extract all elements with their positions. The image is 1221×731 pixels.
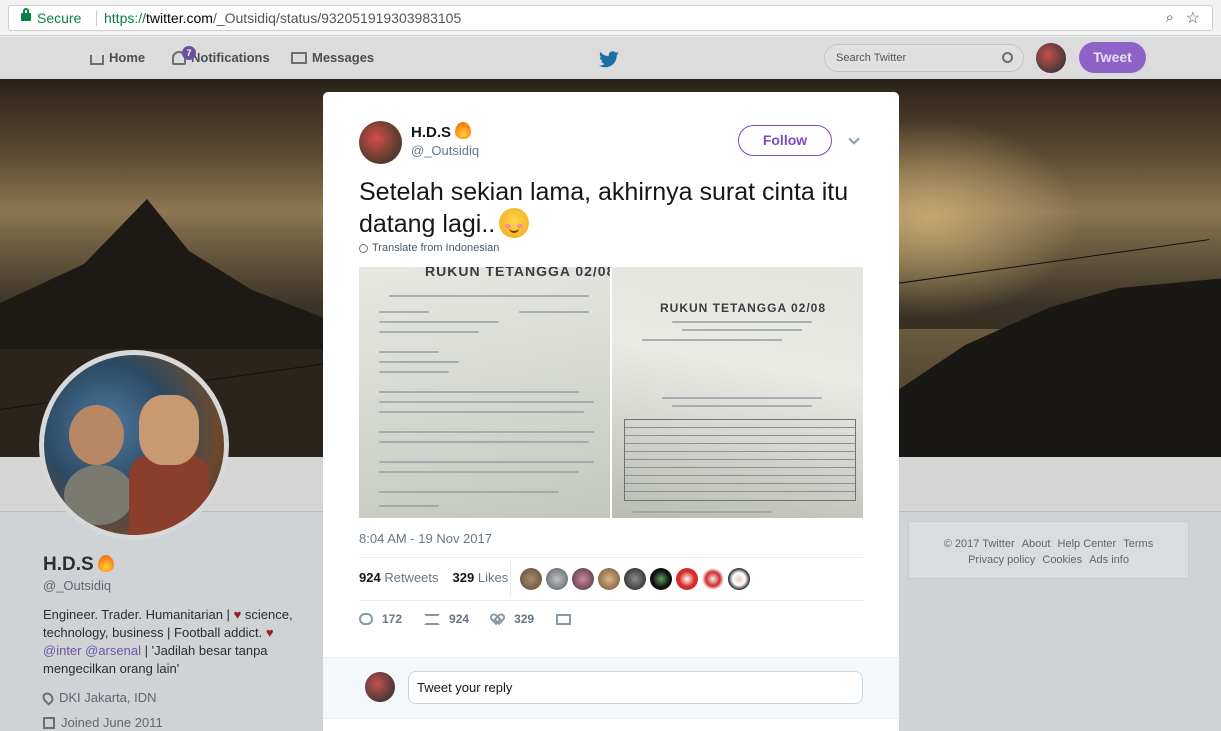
tweet-author-avatar[interactable] [359,121,402,164]
stats-separator [510,560,511,598]
liker-avatar[interactable] [572,568,594,590]
lock-icon [21,8,31,21]
follow-button[interactable]: Follow [738,125,832,156]
profile-location: DKI Jakarta, IDN [40,689,157,706]
secure-label: Secure [37,10,82,26]
fire-emoji-icon [97,555,114,572]
url-protocol: https:// [104,10,147,26]
heart-emoji-icon: ♥ [265,625,274,640]
profile-handle[interactable]: @_Outsidiq [43,578,111,593]
url-text[interactable]: https://twitter.com/_Outsidiq/status/932… [104,10,461,26]
tweet-author-handle[interactable]: @_Outsidiq [411,143,479,158]
tweet-photo-1[interactable]: RUKUN TETANGGA 02/08 [359,267,610,518]
globe-icon [359,243,368,253]
bookmark-star-icon[interactable]: ☆ [1186,8,1200,28]
next-reply-preview [323,718,899,731]
fire-emoji-icon [455,122,472,139]
address-bar[interactable]: Secure https://twitter.com/_Outsidiq/sta… [8,5,1213,31]
liker-avatar[interactable] [650,568,672,590]
nav-messages[interactable]: Messages [291,50,374,65]
zoom-icon[interactable]: ⌕ [1166,9,1174,26]
reply-user-avatar [365,672,395,702]
tweet-photo-2[interactable]: RUKUN TETANGGA 02/08 [612,267,863,518]
profile-avatar[interactable] [39,350,229,540]
smiling-emoji-icon [499,208,530,238]
direct-message-button[interactable] [556,613,572,625]
nav-notifications[interactable]: 7 Notifications [172,45,270,65]
bio-link-arsenal[interactable]: @arsenal [85,643,141,658]
footer-about[interactable]: About [1022,538,1051,550]
tweet-text: Setelah sekian lama, akhirnya surat cint… [359,178,849,238]
footer-copyright: © 2017 Twitter [943,538,1015,550]
search-icon[interactable] [1002,52,1013,63]
reply-button[interactable]: 172 [359,612,402,626]
retweets-stat[interactable]: 924 Retweets [359,570,439,585]
bio-link-inter[interactable]: @inter [43,643,82,658]
reply-input[interactable]: Tweet your reply [408,671,863,704]
tweet-timestamp[interactable]: 8:04 AM - 19 Nov 2017 [359,531,492,546]
footer-help[interactable]: Help Center [1058,538,1117,550]
like-button[interactable]: 329 [491,612,534,626]
liker-avatar[interactable] [624,568,646,590]
url-host: twitter.com [146,10,213,26]
url-separator [96,10,97,26]
nav-home-label: Home [109,50,146,65]
nav-notifications-label: Notifications [191,50,270,65]
heart-emoji-icon: ♥ [233,607,242,622]
envelope-icon [291,51,307,64]
tweet-permalink-modal: H.D.S @_Outsidiq Follow Setelah sekian l… [323,92,899,731]
compose-tweet-button[interactable]: Tweet [1079,42,1146,73]
liker-avatar[interactable] [676,568,698,590]
search-placeholder: Search Twitter [836,52,907,64]
divider [359,600,863,601]
footer-links: © 2017 Twitter About Help Center Terms P… [908,521,1189,579]
liker-avatar[interactable] [728,568,750,590]
chevron-down-icon[interactable] [848,133,860,145]
budget-table-image [624,419,856,501]
liker-avatar[interactable] [598,568,620,590]
home-icon [90,54,104,65]
location-pin-icon [40,689,56,706]
nav-home[interactable]: Home [90,50,145,65]
url-path: /_Outsidiq/status/932051919303983105 [212,10,462,26]
tweet-actions: 172 924 329 [359,612,593,626]
retweet-icon [424,613,441,625]
photo-1-heading: RUKUN TETANGGA 02/08 [425,267,610,279]
liker-avatar[interactable] [520,568,542,590]
twitter-bird-icon[interactable] [598,51,620,69]
bell-icon: 7 [172,45,196,65]
profile-joined: Joined June 2011 [43,715,163,730]
nav-messages-label: Messages [312,50,375,65]
liker-avatar[interactable] [702,568,724,590]
calendar-icon [43,716,55,729]
profile-name[interactable]: H.D.S [43,554,114,576]
account-avatar[interactable] [1036,43,1066,73]
retweet-button[interactable]: 924 [424,612,469,626]
tweet-stats: 924 Retweets 329 Likes [359,570,508,585]
footer-terms[interactable]: Terms [1123,538,1153,550]
footer-ads[interactable]: Ads info [1089,554,1129,566]
browser-toolbar: Secure https://twitter.com/_Outsidiq/sta… [0,0,1221,36]
footer-privacy[interactable]: Privacy policy [968,554,1035,566]
liker-avatars [520,568,750,590]
reply-icon [359,613,373,625]
likes-stat[interactable]: 329 Likes [453,570,509,585]
envelope-icon [556,613,572,625]
footer-cookies[interactable]: Cookies [1042,554,1082,566]
liker-avatar[interactable] [546,568,568,590]
heart-icon [491,613,505,625]
profile-bio: Engineer. Trader. Humanitarian | ♥ scien… [43,607,293,676]
translate-link[interactable]: Translate from Indonesian [359,242,499,254]
divider [359,557,863,558]
photo-2-heading: RUKUN TETANGGA 02/08 [660,301,827,315]
search-input[interactable]: Search Twitter [824,44,1024,72]
notification-badge: 7 [182,45,196,60]
tweet-author-name[interactable]: H.D.S [411,122,472,141]
